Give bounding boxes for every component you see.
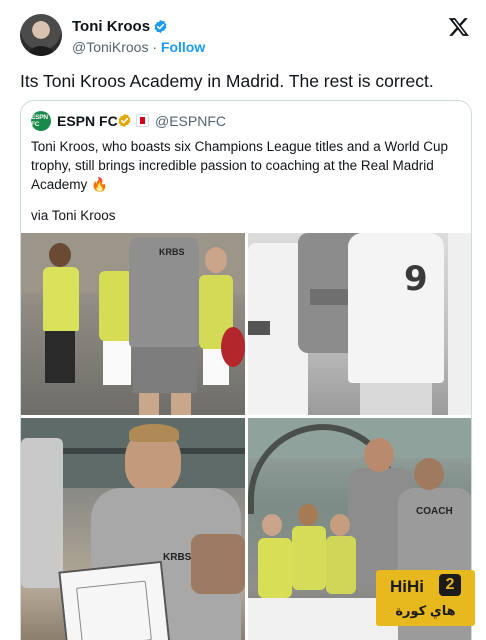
photo-kroos-tactics-board[interactable]: KRBS (21, 418, 245, 640)
jersey-number: 9 (404, 259, 428, 299)
quoted-author-handle[interactable]: @ESPNFC (155, 113, 226, 129)
flag-icon (136, 114, 149, 127)
tweet-header: Toni Kroos @ToniKroos · Follow (20, 14, 470, 60)
verified-badge-icon (154, 19, 167, 34)
follow-button[interactable]: Follow (161, 39, 205, 55)
espn-fc-logo: ESPN FC (31, 111, 51, 131)
gold-checkmark-badge-icon (118, 113, 131, 128)
x-logo-icon[interactable] (448, 16, 470, 38)
quoted-author-name[interactable]: ESPN FC (57, 113, 118, 129)
watermark-brand: HiHi (390, 577, 424, 596)
watermark-arabic-text: هاي كورة (395, 603, 456, 618)
photo-kids-training[interactable]: KRBS (21, 233, 245, 415)
watermark-number: 2 (439, 574, 461, 596)
photo-players-number-nine[interactable]: 9 (248, 233, 471, 415)
handle-row: @ToniKroos · Follow (72, 39, 205, 55)
tweet-text: Its Toni Kroos Academy in Madrid. The re… (20, 71, 434, 91)
quoted-tweet-body: Toni Kroos, who boasts six Champions Lea… (31, 139, 448, 192)
hihi2-watermark: HiHi 2 هاي كورة (376, 570, 475, 626)
author-handle[interactable]: @ToniKroos (72, 39, 148, 55)
coach-shirt-text: COACH (416, 506, 453, 517)
shirt-logo-text: KRBS (159, 247, 185, 257)
quoted-tweet-card[interactable]: ESPN FC ESPN FC @ESPNFC Toni Kroos, who … (20, 100, 472, 640)
avatar[interactable] (20, 14, 62, 56)
quoted-tweet-header: ESPN FC ESPN FC @ESPNFC (31, 111, 461, 133)
quoted-tweet-via: via Toni Kroos (31, 208, 116, 223)
separator-dot: · (152, 39, 158, 55)
shirt-logo-text-2: KRBS (163, 552, 192, 563)
author-display-name[interactable]: Toni Kroos (72, 18, 150, 35)
